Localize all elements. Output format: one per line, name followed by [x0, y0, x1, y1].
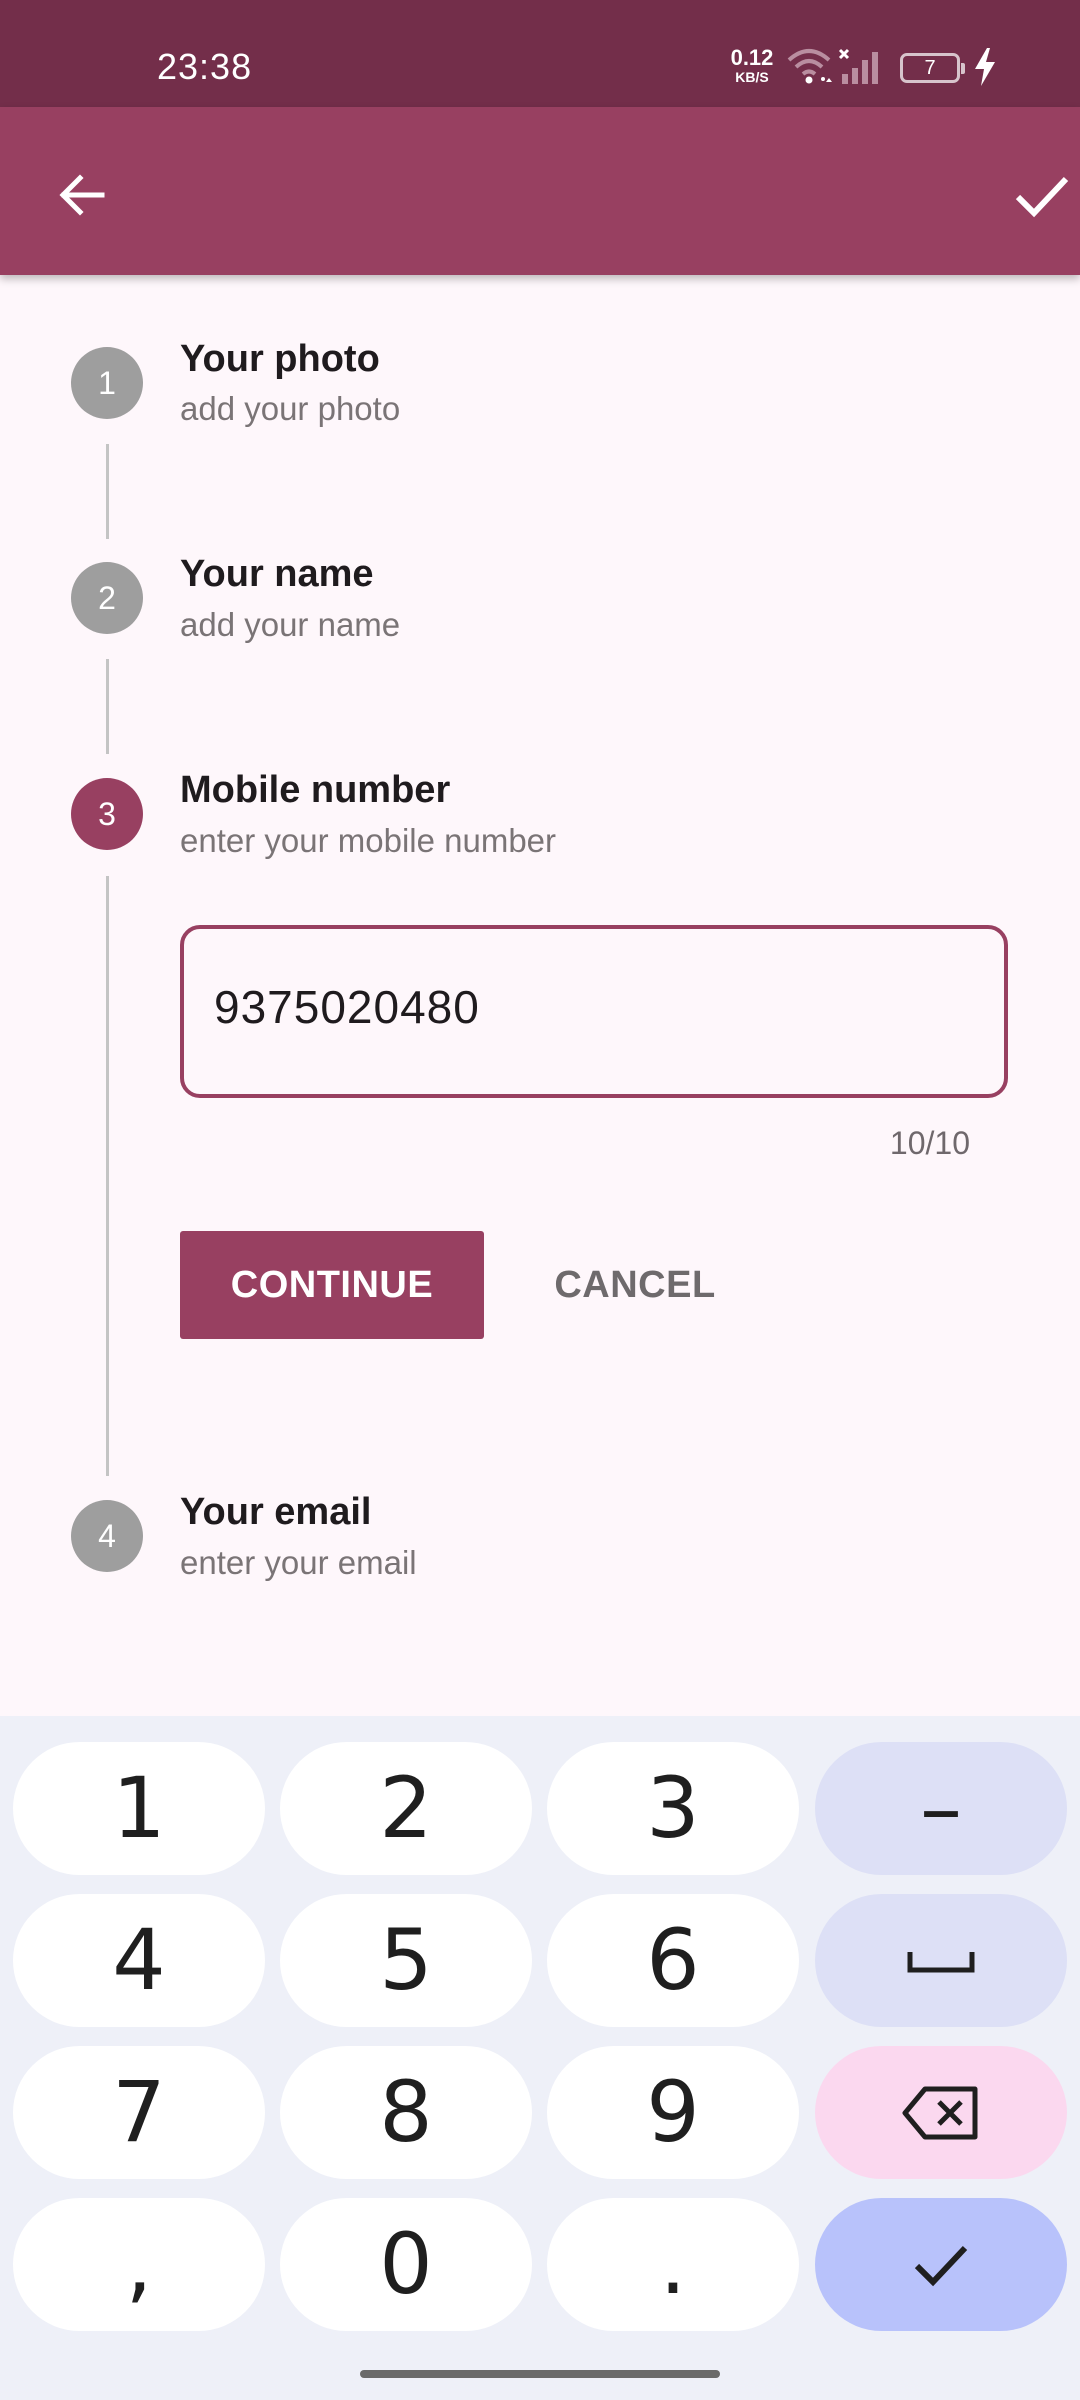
key-8[interactable]: 8	[280, 2046, 532, 2179]
continue-button[interactable]: CONTINUE	[180, 1231, 484, 1339]
key-3[interactable]: 3	[547, 1742, 799, 1875]
status-bar: 23:38 0.12 KB/S 7	[0, 0, 1080, 107]
step-connector	[106, 659, 109, 754]
check-icon	[914, 2245, 968, 2286]
backspace-icon	[902, 2086, 978, 2139]
home-indicator[interactable]	[360, 2370, 720, 2378]
step-3-subtitle: enter your mobile number	[180, 822, 557, 859]
step-4-title[interactable]: Your email	[180, 1491, 371, 1534]
status-time: 23:38	[157, 46, 253, 87]
character-counter: 10/10	[889, 1125, 970, 1161]
step-2-subtitle: add your name	[180, 606, 401, 643]
step-connector	[106, 444, 109, 539]
numeric-keyboard: 1 2 3 – 4 5 6 7 8 9 , 0 .	[0, 1716, 1080, 2400]
key-5[interactable]: 5	[280, 1894, 532, 2027]
key-4[interactable]: 4	[13, 1894, 265, 2027]
key-7[interactable]: 7	[13, 2046, 265, 2179]
key-backspace[interactable]	[815, 2046, 1067, 2179]
step-3-title[interactable]: Mobile number	[180, 769, 450, 812]
net-speed-value: 0.12	[730, 45, 774, 70]
wifi-icon	[787, 49, 832, 84]
key-done[interactable]	[815, 2198, 1067, 2331]
arrow-back-icon[interactable]	[52, 165, 112, 225]
network-speed: 0.12 KB/S	[727, 45, 777, 85]
step-2-indicator[interactable]: 2	[71, 562, 143, 634]
space-icon	[907, 1951, 975, 1972]
check-icon[interactable]	[1012, 165, 1072, 225]
step-2-title[interactable]: Your name	[180, 553, 374, 596]
key-space[interactable]	[815, 1894, 1067, 2027]
key-6[interactable]: 6	[547, 1894, 799, 2027]
key-comma[interactable]: ,	[13, 2198, 265, 2331]
mobile-number-value[interactable]: 9375020480	[214, 980, 480, 1034]
key-period[interactable]: .	[547, 2198, 799, 2331]
step-3-indicator[interactable]: 3	[71, 778, 143, 850]
step-4-indicator[interactable]: 4	[71, 1500, 143, 1572]
battery-icon: 7	[900, 53, 965, 83]
step-connector	[106, 876, 109, 1476]
signal-icon	[838, 48, 878, 84]
step-4-subtitle: enter your email	[180, 1544, 417, 1581]
key-1[interactable]: 1	[13, 1742, 265, 1875]
charging-icon	[975, 48, 995, 86]
key-2[interactable]: 2	[280, 1742, 532, 1875]
key-0[interactable]: 0	[280, 2198, 532, 2331]
step-1-title[interactable]: Your photo	[180, 338, 380, 381]
net-speed-unit: KB/S	[735, 69, 769, 85]
step-1-indicator[interactable]: 1	[71, 347, 143, 419]
key-9[interactable]: 9	[547, 2046, 799, 2179]
app-bar	[0, 107, 1080, 275]
cancel-button[interactable]: CANCEL	[520, 1231, 750, 1339]
step-1-subtitle: add your photo	[180, 390, 401, 427]
key-dash[interactable]: –	[815, 1742, 1067, 1875]
